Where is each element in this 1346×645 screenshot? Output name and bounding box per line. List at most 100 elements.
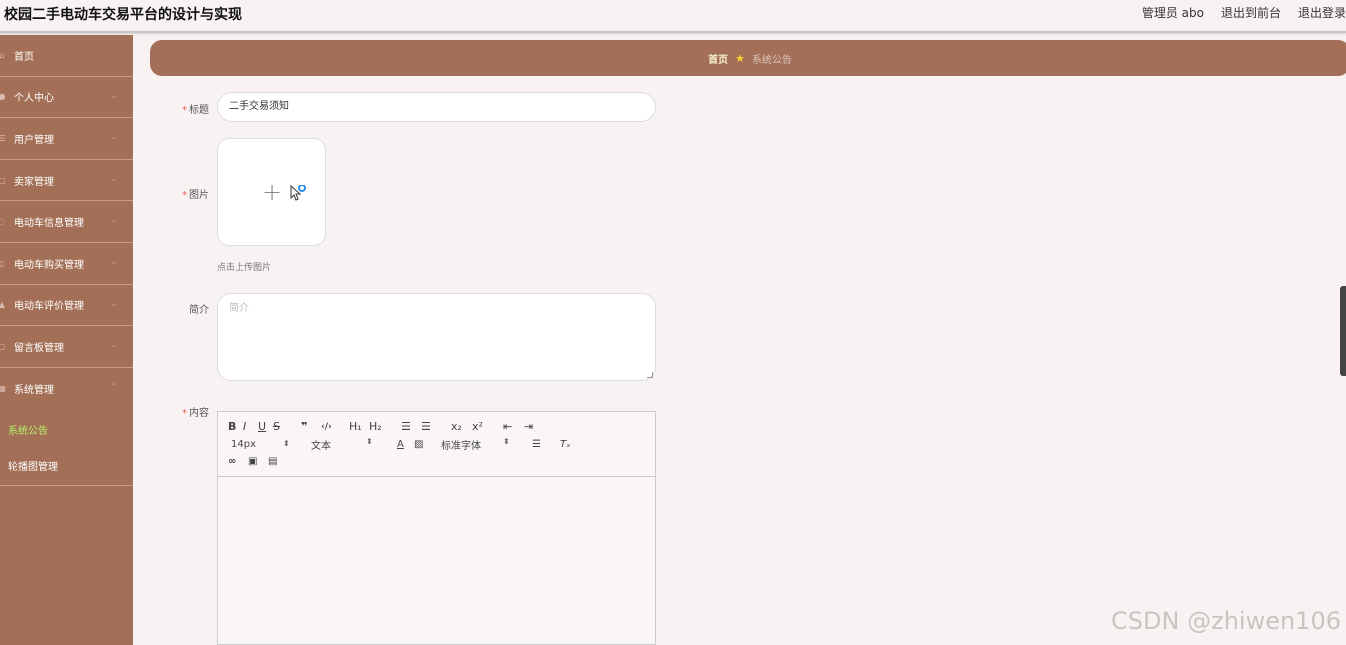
subscript-button[interactable]: x₂ (451, 420, 472, 433)
sidebar-item-system[interactable]: ▦ 系统管理 ⌃ (0, 368, 133, 410)
toolbar-row-1: B I U S ❞ ‹/› H₁ H₂ ☰ ☰ x₂ x² ⇤ ⇥ (228, 418, 645, 436)
sidebar-item-ebike-purchase[interactable]: ▯ 电动车购买管理 ⌄ (0, 243, 133, 285)
bold-button[interactable]: B (228, 420, 243, 433)
italic-button[interactable]: I (243, 420, 258, 433)
intro-label: 简介 (169, 301, 209, 316)
sidebar-item-label: 电动车购买管理 (14, 259, 84, 271)
back-to-front-link[interactable]: 退出到前台 (1221, 4, 1281, 21)
sidebar-item-label: 电动车信息管理 (14, 218, 84, 230)
sidebar-item-message-board[interactable]: ○ 留言板管理 ⌄ (0, 326, 133, 368)
font-color-button[interactable]: A (397, 439, 414, 450)
required-mark: * (182, 105, 187, 116)
font-size-select[interactable]: 14px ⬍ (228, 439, 311, 450)
side-handle[interactable] (1340, 286, 1346, 376)
app-title: 校园二手电动车交易平台的设计与实现 (4, 7, 242, 23)
chevron-up-icon: ⌃ (110, 381, 117, 391)
title-input[interactable]: 二手交易须知 (217, 92, 656, 122)
system-submenu: 系统公告 轮播图管理 (0, 409, 133, 487)
font-size-value: 14px (231, 438, 256, 450)
resize-grip-icon[interactable] (647, 372, 653, 378)
breadcrumb-home[interactable]: 首页 (708, 51, 728, 66)
doc-icon: ▯ (0, 258, 5, 268)
align-button[interactable]: ☰ (532, 439, 560, 450)
editor-toolbar: B I U S ❞ ‹/› H₁ H₂ ☰ ☰ x₂ x² ⇤ ⇥ 14px ⬍ … (218, 412, 655, 477)
sidebar-item-home[interactable]: ⌂ 首页 (0, 35, 133, 77)
sidebar-item-label: 电动车评价管理 (14, 301, 84, 313)
indent-button[interactable]: ⇥ (524, 420, 542, 433)
sidebar-subitem-announcement[interactable]: 系统公告 (0, 411, 133, 447)
title-label: * 标题 (169, 101, 209, 116)
image-upload-button[interactable]: + (217, 138, 326, 246)
admin-user-label[interactable]: 管理员 abo (1142, 4, 1204, 21)
plus-icon: + (262, 178, 283, 206)
background-color-button[interactable]: ▨ (414, 439, 441, 450)
sidebar-item-label: 留言板管理 (14, 342, 64, 354)
user-icon: ● (0, 92, 6, 102)
text-style-value: 文本 (311, 440, 331, 452)
font-family-select[interactable]: 标准字体 ⬍ (441, 437, 532, 452)
clear-format-button[interactable]: Tₓ (560, 439, 578, 450)
chevron-down-icon: ⌄ (110, 215, 117, 225)
top-links: 管理员 abo 退出到前台 退出登录 (1142, 4, 1346, 21)
breadcrumb: 首页 ★ 系统公告 (150, 40, 1346, 76)
sidebar-item-label: 首页 (14, 51, 34, 63)
select-arrows-icon: ⬍ (366, 436, 373, 446)
image-label: * 图片 (169, 186, 209, 201)
sidebar-item-ebike-info[interactable]: ◌ 电动车信息管理 ⌄ (0, 201, 133, 243)
text-style-select[interactable]: 文本 ⬍ (311, 437, 397, 452)
sidebar-item-label: 个人中心 (14, 93, 54, 105)
link-icon[interactable]: ∞ (228, 456, 248, 467)
superscript-button[interactable]: x² (472, 420, 503, 433)
select-arrows-icon: ⬍ (503, 436, 510, 446)
upload-hint: 点击上传图片 (217, 263, 272, 273)
logout-link[interactable]: 退出登录 (1298, 4, 1346, 21)
sidebar-item-personal-center[interactable]: ● 个人中心 ⌄ (0, 77, 133, 119)
intro-textarea[interactable]: 简介 (217, 293, 656, 381)
chevron-down-icon: ⌄ (110, 90, 117, 100)
select-arrows-icon: ⬍ (283, 438, 290, 448)
sidebar-item-sellers[interactable]: ▢ 卖家管理 ⌄ (0, 160, 133, 202)
sidebar-item-label: 系统管理 (14, 385, 54, 397)
sidebar-subitem-carousel[interactable]: 轮播图管理 (0, 447, 133, 483)
sidebar-item-label: 卖家管理 (14, 176, 54, 188)
image-icon[interactable]: ▣ (248, 456, 268, 467)
top-bar: 校园二手电动车交易平台的设计与实现 管理员 abo 退出到前台 退出登录 (0, 0, 1346, 33)
bullet-list-button[interactable]: ☰ (421, 420, 451, 433)
code-button[interactable]: ‹/› (321, 422, 349, 432)
editor-content-area[interactable] (218, 477, 655, 645)
message-icon: ○ (0, 341, 6, 351)
sidebar-item-label: 用户管理 (14, 134, 54, 146)
h2-button[interactable]: H₂ (369, 420, 401, 433)
watermark: CSDN @zhiwen106 (1111, 607, 1341, 635)
title-label-text: 标题 (189, 105, 209, 116)
strike-button[interactable]: S (273, 420, 301, 433)
ordered-list-button[interactable]: ☰ (401, 420, 421, 433)
chevron-down-icon: ⌄ (110, 132, 117, 142)
thumb-icon: ▲ (0, 300, 6, 310)
chevron-down-icon: ⌄ (110, 256, 117, 266)
blockquote-button[interactable]: ❞ (301, 420, 321, 433)
circle-icon: ◌ (0, 217, 6, 227)
breadcrumb-current: 系统公告 (751, 54, 792, 66)
outdent-button[interactable]: ⇤ (503, 420, 524, 433)
sidebar: ⌂ 首页 ● 个人中心 ⌄ ☰ 用户管理 ⌄ ▢ 卖家管理 ⌄ ◌ 电动车信息管… (0, 35, 133, 645)
chevron-down-icon: ⌄ (110, 298, 117, 308)
underline-button[interactable]: U (258, 420, 273, 433)
list-icon: ☰ (0, 133, 6, 143)
toolbar-row-2: 14px ⬍ 文本 ⬍ A ▨ 标准字体 ⬍ ☰ Tₓ (228, 436, 645, 454)
h1-button[interactable]: H₁ (349, 420, 369, 433)
grid-icon: ▦ (0, 384, 6, 394)
sidebar-item-ebike-review[interactable]: ▲ 电动车评价管理 ⌄ (0, 285, 133, 327)
required-mark: * (182, 190, 187, 201)
video-icon[interactable]: ▤ (268, 456, 286, 467)
content-label: * 内容 (169, 404, 209, 419)
font-family-value: 标准字体 (441, 440, 481, 452)
sidebar-item-users[interactable]: ☰ 用户管理 ⌄ (0, 118, 133, 160)
required-mark: * (182, 408, 187, 419)
content-label-text: 内容 (189, 408, 209, 419)
cursor-icon (290, 185, 306, 201)
home-icon: ⌂ (0, 50, 5, 60)
chevron-down-icon: ⌄ (110, 173, 117, 183)
intro-placeholder: 简介 (229, 303, 249, 314)
star-icon: ★ (735, 51, 745, 65)
